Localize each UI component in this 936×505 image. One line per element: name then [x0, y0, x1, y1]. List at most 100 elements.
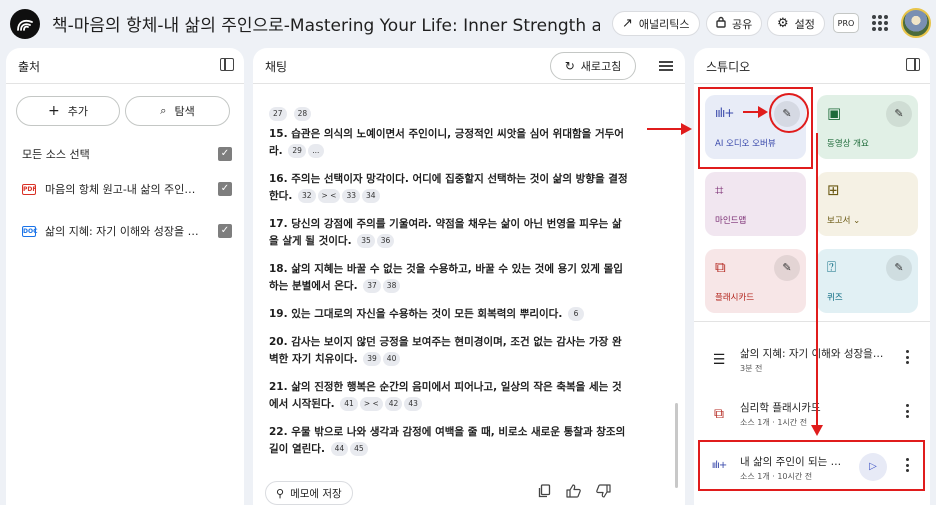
citation-chip[interactable]: 42 — [384, 397, 403, 411]
plus-icon: + — [48, 103, 60, 119]
paragraph-text: 20. 감사는 보이지 않던 긍정을 보여주는 현미경이며, 조건 없는 감사는… — [269, 336, 622, 365]
citation-chip[interactable]: 45 — [350, 442, 368, 456]
source-item[interactable]: DOC 삶의 지혜: 자기 이해와 성장을 위한 안내서 ✓ — [22, 221, 232, 241]
flashcard-icon: ⧉ — [715, 258, 726, 276]
mindmap-tile[interactable]: ⌗ 마인드맵 — [705, 172, 806, 236]
refresh-button[interactable]: ↻ 새로고침 — [550, 52, 636, 80]
top-bar: 책-마음의 항체-내 삶의 주인으로-Mastering Your Life: … — [0, 0, 936, 48]
tile-label: 동영상 개요 — [827, 139, 869, 149]
paragraph-text: 18. 삶의 지혜는 바꿀 수 없는 것을 수용하고, 바꿀 수 있는 것에 용… — [269, 263, 623, 292]
citation-chip[interactable]: 6 — [568, 307, 584, 321]
chevron-down-icon[interactable]: ⌄ — [853, 216, 860, 226]
thumbs-up-icon[interactable] — [565, 484, 581, 500]
citation-chip[interactable]: 37 — [363, 279, 381, 293]
chat-scrollbar[interactable] — [675, 403, 678, 488]
paragraph-text: 17. 당신의 강점에 주의를 기울여라. 약점을 채우는 삶이 아닌 번영을 … — [269, 218, 622, 247]
select-all-row[interactable]: 모든 소스 선택 ✓ — [22, 144, 232, 164]
notebook-title[interactable]: 책-마음의 항체-내 삶의 주인으로-Mastering Your Life: … — [52, 11, 600, 36]
collapse-panel-icon[interactable] — [906, 58, 920, 71]
avatar[interactable] — [901, 8, 931, 38]
chat-response: 15. 습관은 의식의 노예이면서 주인이니, 긍정적인 씨앗을 심어 위대함을… — [269, 126, 629, 469]
citation-chip[interactable]: 38 — [382, 279, 401, 293]
video-icon: ▣ — [827, 104, 842, 122]
select-all-checkbox[interactable]: ✓ — [218, 147, 232, 161]
chat-title: 채팅 — [265, 60, 288, 74]
response-paragraph: 21. 삶의 진정한 행복은 순간의 음미에서 피어나고, 일상의 작은 축복을… — [269, 379, 629, 413]
citation-chip[interactable]: 28 — [293, 107, 312, 121]
top-citations: 27 28 — [269, 102, 312, 121]
chat-header: 채팅 ↻ 새로고침 — [253, 48, 685, 84]
collapse-panel-icon[interactable] — [220, 58, 234, 71]
citation-chip[interactable]: 34 — [362, 189, 380, 203]
divider — [6, 83, 244, 84]
settings-label: 설정 — [794, 17, 815, 31]
divider — [694, 321, 930, 322]
annotation-arrow-head — [811, 425, 823, 436]
video-overview-tile[interactable]: ▣ 동영상 개요 ✎ — [817, 95, 918, 159]
citation-chip[interactable]: 40 — [382, 352, 401, 366]
report-tile[interactable]: ⊞ 보고서 ⌄ — [817, 172, 918, 236]
response-paragraph: 18. 삶의 지혜는 바꿀 수 없는 것을 수용하고, 바꿀 수 있는 것에 용… — [269, 261, 629, 295]
note-item[interactable]: ☰ 삶의 지혜: 자기 이해와 성장을 위한 안내서 3분 전 — [708, 344, 922, 388]
studio-title: 스튜디오 — [706, 60, 751, 74]
more-options-icon[interactable] — [906, 404, 910, 418]
add-source-button[interactable]: + 추가 — [16, 96, 120, 126]
text-note-icon: ☰ — [712, 352, 726, 368]
copy-icon[interactable] — [536, 484, 552, 500]
response-paragraph: 16. 주의는 선택이자 망각이다. 어디에 집중할지 선택하는 것이 삶의 방… — [269, 171, 629, 205]
citation-chip[interactable]: 29 — [288, 144, 306, 158]
sparkle-search-icon: ⌕ — [160, 104, 167, 117]
analytics-button[interactable]: ↗ 애널리틱스 — [612, 11, 700, 36]
citation-chip[interactable]: 39 — [363, 352, 381, 366]
citation-chip[interactable]: 33 — [342, 189, 361, 203]
edit-pencil-icon[interactable]: ✎ — [886, 255, 912, 281]
citation-chip[interactable]: 27 — [269, 107, 287, 121]
quiz-tile[interactable]: ⍰ 퀴즈 ✎ — [817, 249, 918, 313]
thumbs-down-icon[interactable] — [595, 484, 611, 500]
paragraph-text: 19. 있는 그대로의 자신을 수용하는 것이 모든 회복력의 뿌리이다. — [269, 308, 563, 320]
more-options-icon[interactable] — [906, 350, 910, 364]
note-title: 삶의 지혜: 자기 이해와 성장을 위한 안내서 — [740, 348, 885, 360]
report-icon: ⊞ — [827, 181, 840, 199]
paragraph-text: 21. 삶의 진정한 행복은 순간의 음미에서 피어나고, 일상의 작은 축복을… — [269, 381, 622, 410]
add-label: 추가 — [67, 105, 88, 118]
citation-chip[interactable]: > < — [317, 189, 341, 203]
settings-button[interactable]: ⚙ 설정 — [767, 11, 825, 36]
save-to-note-button[interactable]: ⚲ 메모에 저장 — [265, 481, 353, 505]
notebooklm-logo-icon[interactable] — [10, 9, 40, 39]
flashcard-tile[interactable]: ⧉ 플래시카드 ✎ — [705, 249, 806, 313]
share-button[interactable]: 공유 — [706, 11, 763, 36]
citation-chip[interactable]: 44 — [330, 442, 349, 456]
citation-chip[interactable]: 32 — [297, 189, 316, 203]
sources-panel: 출처 + 추가 ⌕ 탐색 모든 소스 선택 ✓ PDF 마음의 항체 원고-내 … — [6, 48, 244, 505]
citation-chip[interactable]: > < — [359, 397, 383, 411]
annotation-arrow — [816, 133, 818, 427]
annotation-arrow-head — [758, 106, 768, 118]
document-file-icon: DOC — [22, 225, 38, 237]
flashcard-icon: ⧉ — [714, 406, 724, 422]
source-checkbox[interactable]: ✓ — [218, 182, 232, 196]
apps-grid-icon[interactable] — [872, 15, 888, 31]
pin-icon: ⚲ — [276, 486, 285, 500]
source-item[interactable]: PDF 마음의 항체 원고-내 삶의 주인으로-Mastering Your L… — [22, 179, 232, 199]
tile-label: 보고서 ⌄ — [827, 216, 861, 226]
citation-chip[interactable]: 41 — [340, 397, 358, 411]
edit-pencil-icon[interactable]: ✎ — [886, 101, 912, 127]
tile-label: 플래시카드 — [715, 293, 755, 303]
annotation-arrow — [647, 128, 683, 130]
citation-chip[interactable]: ... — [307, 144, 324, 158]
citation-chip[interactable]: 36 — [376, 234, 395, 248]
edit-pencil-icon[interactable]: ✎ — [774, 255, 800, 281]
response-paragraph: 19. 있는 그대로의 자신을 수용하는 것이 모든 회복력의 뿌리이다. 6 — [269, 306, 629, 323]
explore-button[interactable]: ⌕ 탐색 — [125, 96, 230, 126]
note-subtitle: 소스 1개 · 1시간 전 — [740, 418, 808, 427]
source-item-label: 마음의 항체 원고-내 삶의 주인으로-Mastering Your Life — [45, 183, 200, 196]
response-paragraph: 22. 우물 밖으로 나와 생각과 감정에 여백을 줄 때, 비로소 새로운 통… — [269, 424, 629, 458]
analytics-label: 애널리틱스 — [638, 17, 690, 31]
source-checkbox[interactable]: ✓ — [218, 224, 232, 238]
tune-settings-icon[interactable] — [659, 59, 673, 73]
citation-chip[interactable]: 35 — [357, 234, 375, 248]
citation-chip[interactable]: 43 — [404, 397, 422, 411]
tile-label: 퀴즈 — [827, 293, 843, 303]
share-label: 공유 — [732, 17, 753, 31]
